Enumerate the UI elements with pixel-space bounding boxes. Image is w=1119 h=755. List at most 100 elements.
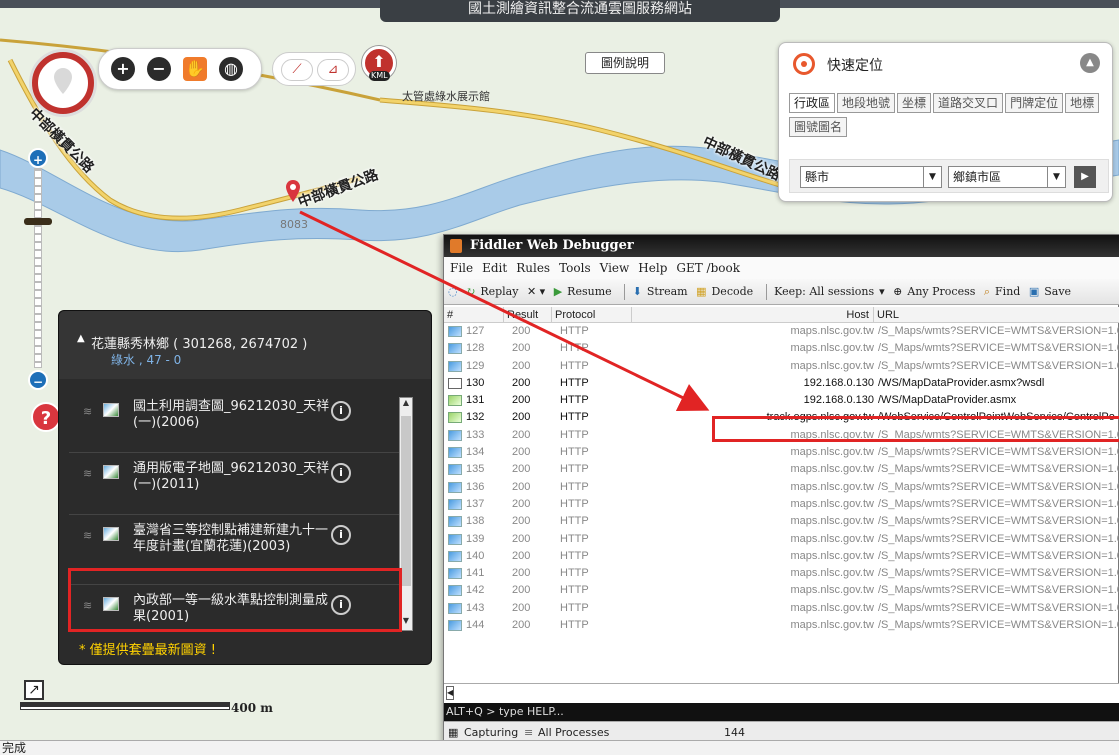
zoom-minus-icon[interactable]: −: [28, 370, 48, 390]
menu-help[interactable]: Help: [638, 261, 667, 275]
marker-pin-icon[interactable]: [286, 180, 300, 202]
any-process-button[interactable]: Any Process: [907, 285, 975, 298]
save-button[interactable]: Save: [1044, 285, 1071, 298]
column-header[interactable]: Result: [504, 307, 552, 323]
zoom-in-icon[interactable]: +: [111, 57, 135, 81]
replay-button[interactable]: Replay: [480, 285, 518, 298]
zoom-slider[interactable]: + −: [24, 148, 52, 390]
zoom-plus-icon[interactable]: +: [28, 148, 48, 168]
column-header[interactable]: Host: [632, 307, 874, 323]
quickexec-box[interactable]: ALT+Q > type HELP...: [444, 703, 1119, 721]
table-row[interactable]: 144 200 HTTP maps.nlsc.gov.tw/S_Maps/wmts?S…: [444, 617, 1119, 634]
zoom-track[interactable]: [34, 168, 42, 368]
table-row[interactable]: 131 200 HTTP 192.168.0.130/WS/MapDataProvid…: [444, 392, 1119, 409]
column-header[interactable]: URL: [874, 307, 1119, 323]
menu-edit[interactable]: Edit: [482, 261, 507, 275]
measure-area-icon[interactable]: ⊿: [317, 59, 349, 81]
fiddler-toolbar: ◌ ↻ Replay ✕ ▾ ▶ Resume ⬇ Stream ▦ Decode Ke…: [444, 279, 1119, 305]
session-result: 200: [512, 428, 531, 441]
scroll-left-icon[interactable]: ◀: [446, 686, 454, 700]
zoom-thumb[interactable]: [24, 218, 52, 225]
session-result: 200: [512, 549, 531, 562]
session-url: /WS/MapDataProvider.asmx: [878, 394, 1017, 407]
decode-button[interactable]: Decode: [711, 285, 753, 298]
session-protocol: HTTP: [560, 601, 589, 614]
dropdown-arrow-icon: ▼: [923, 167, 941, 187]
table-row[interactable]: 130 200 HTTP 192.168.0.130/WS/MapDataProvid…: [444, 375, 1119, 392]
session-url: /S_Maps/wmts?SERVICE=WMTS&VERSION=1.0: [878, 619, 1119, 632]
scroll-up-icon[interactable]: ▲: [400, 398, 412, 412]
tab-address[interactable]: 門牌定位: [1005, 93, 1064, 113]
tab-coordinates[interactable]: 坐標: [897, 93, 932, 113]
list-item[interactable]: ≋ 國土利用調查圖_96212030_天祥(一)(2006) i: [69, 391, 399, 453]
find-icon: ⌕: [983, 285, 991, 298]
town-select[interactable]: 鄉鎮市區 ▼: [948, 166, 1066, 188]
session-protocol: HTTP: [560, 376, 589, 389]
menu-view[interactable]: View: [600, 261, 630, 275]
session-protocol: HTTP: [560, 549, 589, 562]
fiddler-detail-scrollbar[interactable]: ◀: [444, 683, 1119, 703]
table-row[interactable]: 140 200 HTTP maps.nlsc.gov.tw/S_Maps/wmts?S…: [444, 548, 1119, 565]
find-button[interactable]: Find: [995, 285, 1020, 298]
session-url: /S_Maps/wmts?SERVICE=WMTS&VERSION=1.0: [878, 342, 1119, 355]
stream-button[interactable]: Stream: [647, 285, 688, 298]
menu-file[interactable]: File: [450, 261, 473, 275]
table-row[interactable]: 128 200 HTTP maps.nlsc.gov.tw/S_Maps/wmts?S…: [444, 340, 1119, 357]
tab-land-lot[interactable]: 地段地號: [837, 93, 896, 113]
comment-icon[interactable]: ◌: [448, 285, 458, 298]
zoom-out-icon[interactable]: −: [147, 57, 171, 81]
scale-label: 400 m: [231, 701, 273, 715]
session-result: 200: [512, 532, 531, 545]
info-icon[interactable]: i: [331, 463, 351, 483]
globe-icon[interactable]: ◍: [219, 57, 243, 81]
highlight-box-host: [712, 416, 1119, 442]
county-select[interactable]: 縣市 ▼: [800, 166, 942, 188]
resume-button[interactable]: Resume: [567, 285, 611, 298]
table-row[interactable]: 136 200 HTTP maps.nlsc.gov.tw/S_Maps/wmts?S…: [444, 479, 1119, 496]
table-row[interactable]: 129 200 HTTP maps.nlsc.gov.tw/S_Maps/wmts?S…: [444, 358, 1119, 375]
scroll-thumb[interactable]: [401, 416, 411, 586]
session-number: 141: [466, 567, 485, 580]
table-row[interactable]: 141 200 HTTP maps.nlsc.gov.tw/S_Maps/wmts?S…: [444, 565, 1119, 582]
menu-rules[interactable]: Rules: [516, 261, 550, 275]
table-row[interactable]: 139 200 HTTP maps.nlsc.gov.tw/S_Maps/wmts?S…: [444, 531, 1119, 548]
collapse-triangle-icon[interactable]: ▲: [77, 333, 85, 344]
session-url: /S_Maps/wmts?SERVICE=WMTS&VERSION=1.0: [878, 480, 1119, 493]
web-service-icon: [448, 377, 462, 389]
legend-button[interactable]: 圖例說明: [585, 52, 665, 74]
tab-landmark[interactable]: 地標: [1065, 93, 1100, 113]
table-row[interactable]: 135 200 HTTP maps.nlsc.gov.tw/S_Maps/wmts?S…: [444, 461, 1119, 478]
keep-sessions-dropdown[interactable]: Keep: All sessions: [774, 285, 874, 298]
menu-get-book[interactable]: GET /book: [676, 261, 740, 275]
pan-hand-icon[interactable]: ✋: [183, 57, 207, 81]
tab-admin-district[interactable]: 行政區: [789, 93, 836, 113]
column-header[interactable]: #: [444, 307, 504, 323]
session-result: 200: [512, 394, 531, 407]
menu-tools[interactable]: Tools: [559, 261, 591, 275]
column-header[interactable]: Protocol: [552, 307, 632, 323]
expand-arrow-icon[interactable]: ↗: [24, 680, 44, 700]
table-row[interactable]: 143 200 HTTP maps.nlsc.gov.tw/S_Maps/wmts?S…: [444, 600, 1119, 617]
table-row[interactable]: 138 200 HTTP maps.nlsc.gov.tw/S_Maps/wmts?S…: [444, 513, 1119, 530]
session-number: 129: [466, 359, 485, 372]
info-icon[interactable]: i: [331, 525, 351, 545]
decode-icon: ▦: [696, 285, 707, 298]
table-row[interactable]: 142 200 HTTP maps.nlsc.gov.tw/S_Maps/wmts?S…: [444, 582, 1119, 599]
table-row[interactable]: 127 200 HTTP maps.nlsc.gov.tw/S_Maps/wmts?S…: [444, 323, 1119, 340]
session-protocol: HTTP: [560, 584, 589, 597]
tab-road-intersection[interactable]: 道路交叉口: [933, 93, 1004, 113]
info-icon[interactable]: i: [331, 401, 351, 421]
table-row[interactable]: 134 200 HTTP maps.nlsc.gov.tw/S_Maps/wmts?S…: [444, 444, 1119, 461]
list-item[interactable]: ≋ 通用版電子地圖_96212030_天祥(一)(2011) i: [69, 453, 399, 515]
session-number: 143: [466, 601, 485, 614]
measure-distance-icon[interactable]: ⟋: [281, 59, 313, 81]
browser-status-bar: 完成: [0, 740, 1119, 755]
table-row[interactable]: 137 200 HTTP maps.nlsc.gov.tw/S_Maps/wmts?S…: [444, 496, 1119, 513]
fiddler-menu-bar: File Edit Rules Tools View Help GET /book: [444, 257, 1119, 279]
help-icon[interactable]: ?: [31, 402, 61, 432]
collapse-icon[interactable]: ▲: [1080, 53, 1100, 73]
kml-button[interactable]: ⬆ KML: [362, 46, 396, 81]
remove-icon[interactable]: ✕ ▾: [527, 285, 545, 298]
go-button[interactable]: ▶: [1074, 166, 1096, 188]
tab-map-sheet[interactable]: 圖號圖名: [789, 117, 848, 137]
